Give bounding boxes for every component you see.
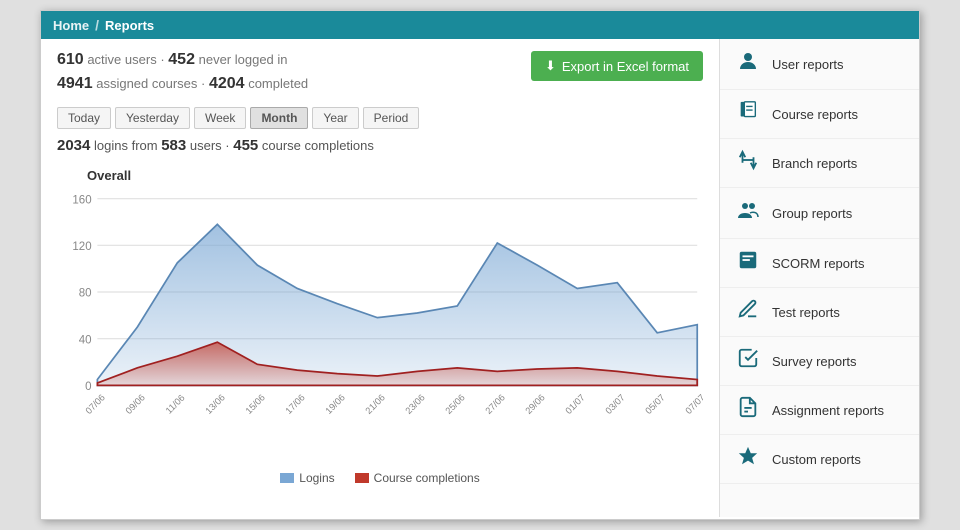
chart-title: Overall bbox=[87, 168, 703, 183]
svg-text:07/06: 07/06 bbox=[84, 392, 107, 416]
custom-reports-icon bbox=[734, 445, 762, 473]
branch-reports-label: Branch reports bbox=[772, 156, 857, 171]
chart-legend: Logins Course completions bbox=[57, 471, 703, 485]
svg-text:21/06: 21/06 bbox=[364, 392, 387, 416]
stats-row-courses: 4941 assigned courses · 4204 completed bbox=[57, 75, 531, 93]
titlebar: Home / Reports bbox=[41, 11, 919, 39]
sidebar-item-test-reports[interactable]: Test reports bbox=[720, 288, 919, 337]
sidebar-item-course-reports[interactable]: Course reports bbox=[720, 90, 919, 139]
sidebar-item-user-reports[interactable]: User reports bbox=[720, 39, 919, 90]
svg-text:03/07: 03/07 bbox=[604, 392, 627, 416]
assignment-reports-icon bbox=[734, 396, 762, 424]
sidebar: User reports Course reports Branch repor… bbox=[719, 39, 919, 517]
group-reports-icon bbox=[734, 198, 762, 228]
chart-svg: 160 120 80 40 0 bbox=[57, 187, 703, 467]
sidebar-item-scorm-reports[interactable]: SCORM reports bbox=[720, 239, 919, 288]
svg-text:120: 120 bbox=[72, 240, 91, 253]
svg-text:0: 0 bbox=[85, 380, 91, 393]
legend-logins-label: Logins bbox=[299, 471, 334, 485]
legend-completions-label: Course completions bbox=[374, 471, 480, 485]
export-icon: ⬇ bbox=[545, 58, 556, 74]
svg-text:13/06: 13/06 bbox=[204, 392, 227, 416]
svg-text:07/07: 07/07 bbox=[683, 392, 703, 416]
export-label: Export in Excel format bbox=[562, 59, 689, 74]
scorm-reports-icon bbox=[734, 249, 762, 277]
breadcrumb-current: Reports bbox=[105, 18, 154, 33]
svg-text:09/06: 09/06 bbox=[124, 392, 147, 416]
custom-reports-label: Custom reports bbox=[772, 452, 861, 467]
chart-container: 160 120 80 40 0 bbox=[57, 187, 703, 467]
svg-text:01/07: 01/07 bbox=[563, 392, 586, 416]
stats-row-users: 610 active users · 452 never logged in bbox=[57, 51, 531, 69]
main-content: 610 active users · 452 never logged in 4… bbox=[41, 39, 719, 517]
branch-reports-icon bbox=[734, 149, 762, 177]
user-reports-label: User reports bbox=[772, 57, 844, 72]
btn-yesterday[interactable]: Yesterday bbox=[115, 107, 190, 129]
legend-logins: Logins bbox=[280, 471, 334, 485]
btn-today[interactable]: Today bbox=[57, 107, 111, 129]
activity-row: 2034 logins from 583 users · 455 course … bbox=[57, 137, 703, 154]
course-reports-icon bbox=[734, 100, 762, 128]
assigned-courses-count: 4941 bbox=[57, 75, 93, 92]
btn-week[interactable]: Week bbox=[194, 107, 246, 129]
survey-reports-icon bbox=[734, 347, 762, 375]
content-area: 610 active users · 452 never logged in 4… bbox=[41, 39, 919, 517]
btn-period[interactable]: Period bbox=[363, 107, 420, 129]
test-reports-label: Test reports bbox=[772, 305, 840, 320]
legend-completions: Course completions bbox=[355, 471, 480, 485]
svg-text:27/06: 27/06 bbox=[484, 392, 507, 416]
svg-text:160: 160 bbox=[72, 193, 91, 206]
btn-year[interactable]: Year bbox=[312, 107, 358, 129]
breadcrumb-separator: / bbox=[95, 17, 99, 33]
btn-month[interactable]: Month bbox=[250, 107, 308, 129]
active-users-count: 610 bbox=[57, 51, 84, 68]
sidebar-item-survey-reports[interactable]: Survey reports bbox=[720, 337, 919, 386]
assignment-reports-label: Assignment reports bbox=[772, 403, 884, 418]
course-reports-label: Course reports bbox=[772, 107, 858, 122]
completions-count: 455 bbox=[233, 137, 258, 154]
legend-completions-box bbox=[355, 473, 369, 483]
svg-text:29/06: 29/06 bbox=[523, 392, 546, 416]
stats-section: 610 active users · 452 never logged in 4… bbox=[57, 51, 531, 99]
home-link[interactable]: Home bbox=[53, 18, 89, 33]
test-reports-icon bbox=[734, 298, 762, 326]
completed-count: 4204 bbox=[209, 75, 245, 92]
group-reports-label: Group reports bbox=[772, 206, 852, 221]
user-reports-icon bbox=[734, 49, 762, 79]
period-buttons: Today Yesterday Week Month Year Period bbox=[57, 107, 703, 129]
svg-text:11/06: 11/06 bbox=[164, 393, 187, 416]
scorm-reports-label: SCORM reports bbox=[772, 256, 864, 271]
svg-text:23/06: 23/06 bbox=[403, 392, 426, 416]
legend-logins-box bbox=[280, 473, 294, 483]
sidebar-item-custom-reports[interactable]: Custom reports bbox=[720, 435, 919, 484]
never-logged-count: 452 bbox=[168, 51, 195, 68]
svg-text:17/06: 17/06 bbox=[284, 392, 307, 416]
svg-text:25/06: 25/06 bbox=[444, 392, 467, 416]
svg-text:15/06: 15/06 bbox=[244, 392, 267, 416]
survey-reports-label: Survey reports bbox=[772, 354, 857, 369]
svg-text:19/06: 19/06 bbox=[324, 392, 347, 416]
svg-text:80: 80 bbox=[79, 287, 92, 300]
main-window: Home / Reports 610 active users · 452 ne… bbox=[40, 10, 920, 520]
export-button[interactable]: ⬇ Export in Excel format bbox=[531, 51, 703, 81]
svg-text:05/07: 05/07 bbox=[643, 392, 666, 416]
sidebar-item-assignment-reports[interactable]: Assignment reports bbox=[720, 386, 919, 435]
svg-text:40: 40 bbox=[79, 333, 92, 346]
sidebar-item-group-reports[interactable]: Group reports bbox=[720, 188, 919, 239]
chart-area: Overall 160 120 80 40 0 bbox=[57, 162, 703, 485]
sidebar-item-branch-reports[interactable]: Branch reports bbox=[720, 139, 919, 188]
logins-count: 2034 bbox=[57, 137, 90, 154]
